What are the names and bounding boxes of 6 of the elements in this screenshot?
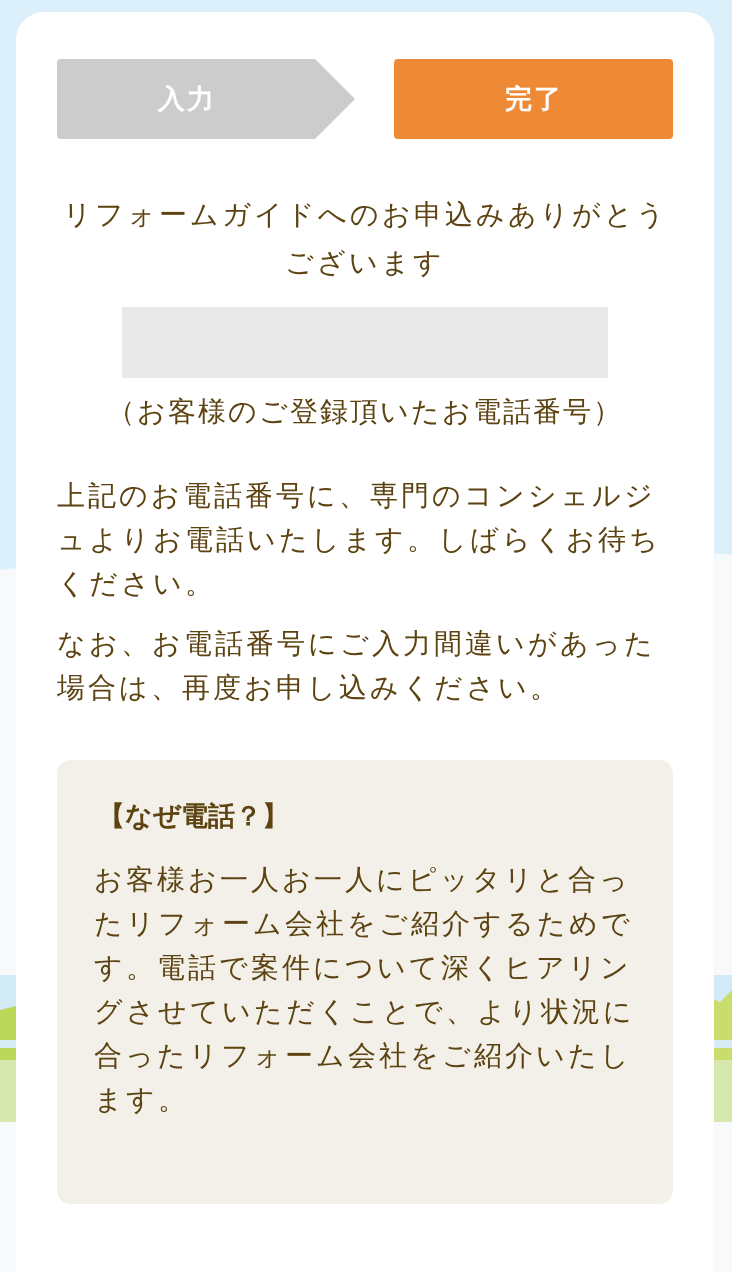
thanks-message: リフォームガイドへのお申込みありがとうございます bbox=[61, 197, 669, 281]
notice-paragraph: 上記のお電話番号に、専門のコンシェルジュよりお電話いたします。しばらくお待ちください。 bbox=[57, 478, 662, 602]
info-heading: 【なぜ電話？】 bbox=[98, 799, 290, 833]
phone-caption: （お客様のご登録頂いたお電話番号） bbox=[106, 394, 624, 430]
info-text: お客様お一人お一人にピッタリと合ったリフォーム会社をご紹介するためです。電話で案件について深くヒアリングさせていただくことで、より状況に合ったリフォーム会社をご紹介いたします。 bbox=[94, 862, 636, 1118]
notice-paragraph: なお、お電話番号にご入力間違いがあった場合は、再度お申し込みください。 bbox=[57, 626, 657, 706]
